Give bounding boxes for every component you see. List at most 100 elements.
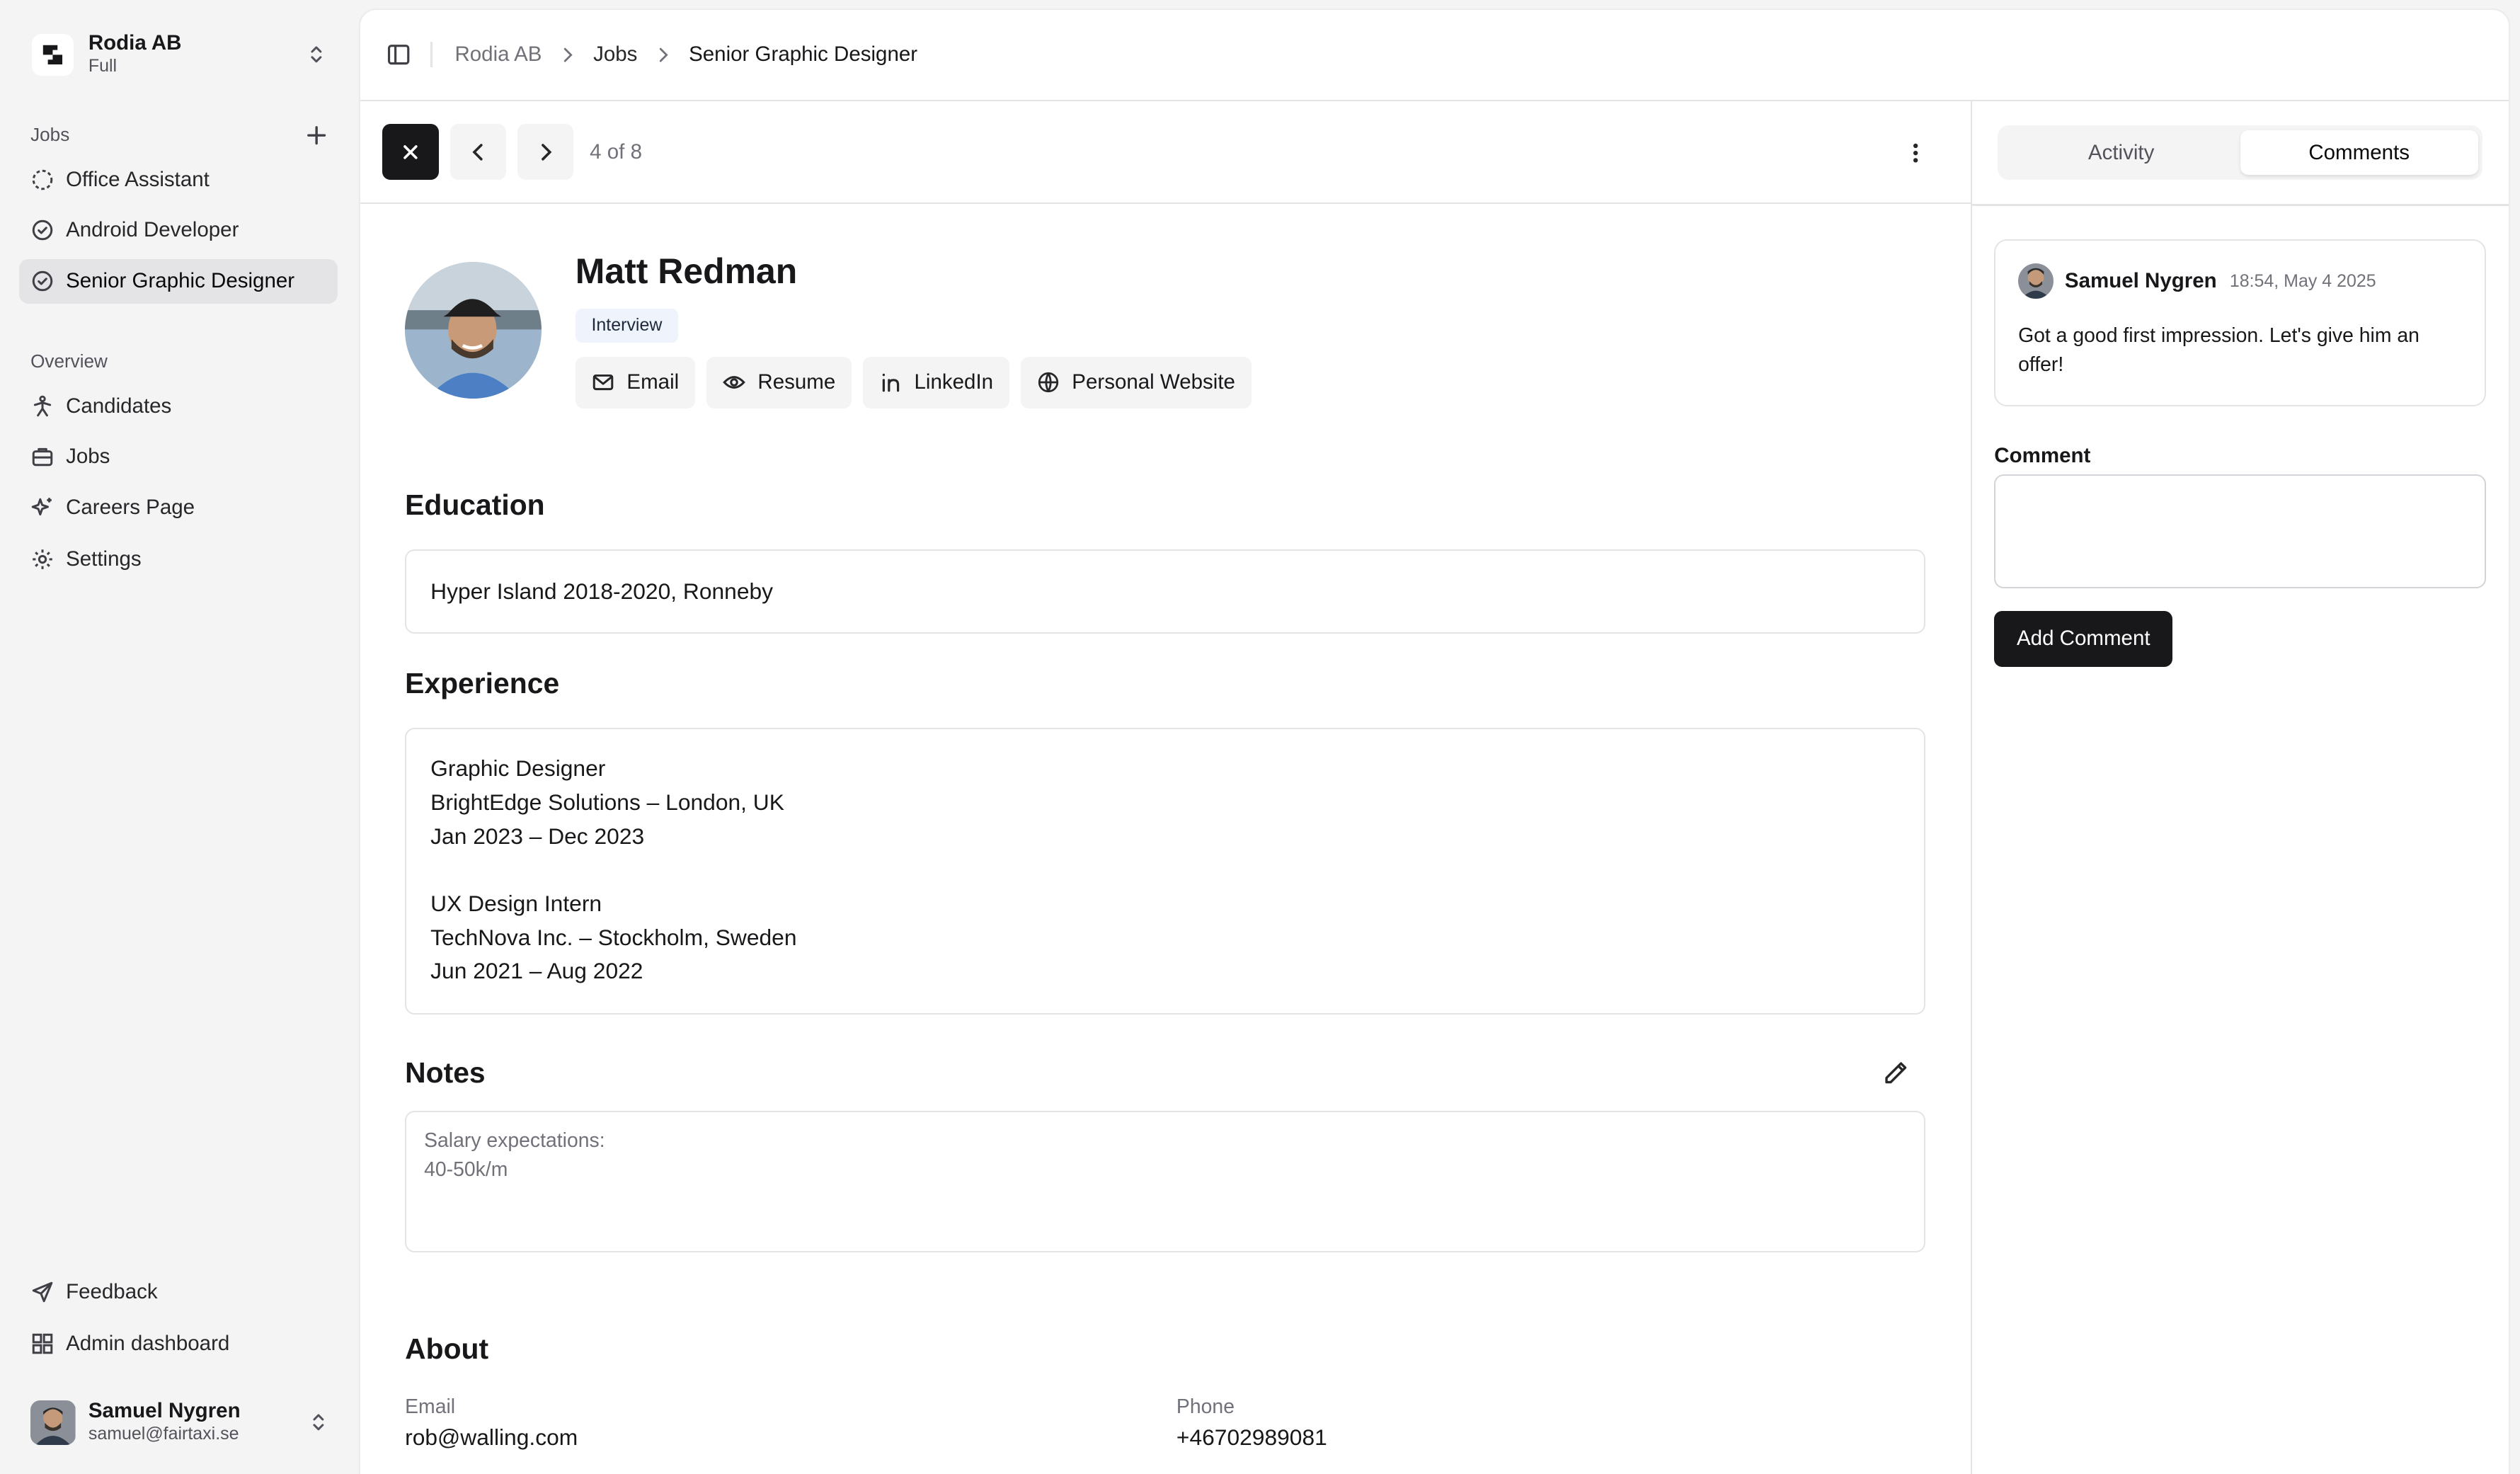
comment-author: Samuel Nygren [2064,269,2217,293]
notes-line: 40-50k/m [424,1158,508,1182]
sidebar-item-label: Feedback [66,1280,158,1304]
person-icon [30,394,55,418]
org-name: Rodia AB [88,31,182,55]
sidebar-item-careers-page[interactable]: Careers Page [19,486,338,531]
user-name: Samuel Nygren [88,1399,241,1423]
about-email-label: Email [405,1395,456,1418]
sidebar-item-label: Office Assistant [66,168,210,192]
circle-check-icon [30,269,55,293]
user-menu[interactable]: Samuel Nygren samuel@fairtaxi.se [19,1392,340,1453]
sidebar-item-label: Candidates [66,394,172,418]
sidebar-item-office-assistant[interactable]: Office Assistant [19,157,338,202]
education-text: Hyper Island 2018-2020, Ronneby [430,578,774,604]
sidebar-item-label: Jobs [66,444,110,468]
breadcrumb-current: Senior Graphic Designer [689,42,918,67]
breadcrumb-jobs[interactable]: Jobs [593,42,637,67]
panel-tabs: Activity Comments [1997,125,2483,181]
main-panel: Rodia AB Jobs Senior Graphic Designer 4 … [360,9,2509,1474]
user-email: samuel@fairtaxi.se [88,1424,239,1444]
linkedin-button[interactable]: LinkedIn [862,357,1009,409]
dashboard-icon [30,1332,55,1356]
about-phone-value: +46702989081 [1176,1424,1327,1450]
gear-icon [30,547,55,571]
chevrons-up-down-icon [305,43,328,66]
about-phone-label: Phone [1176,1395,1235,1418]
notes-textarea[interactable]: Salary expectations: 40-50k/m [405,1110,1925,1252]
pencil-icon[interactable] [1882,1059,1910,1087]
comment-card: Samuel Nygren 18:54, May 4 2025 Got a go… [1994,239,2487,407]
sidebar-item-senior-graphic-designer[interactable]: Senior Graphic Designer [19,258,338,304]
circle-dashed-icon [30,168,55,192]
add-job-icon[interactable] [304,122,329,148]
candidate-name: Matt Redman [575,251,798,292]
avatar [2018,263,2054,299]
org-plan: Full [88,56,118,76]
sidebar: Rodia AB Full Jobs Office Assistant Andr… [0,0,360,1474]
comment-text: Got a good first impression. Let's give … [2018,324,2419,376]
overview-group-label: Overview [30,350,108,372]
email-button[interactable]: Email [575,357,695,409]
sidebar-item-label: Admin dashboard [66,1332,230,1356]
candidate-actions: Email Resume LinkedIn Personal Website [575,357,1263,409]
tab-comments[interactable]: Comments [2240,130,2478,176]
comment-input[interactable] [1994,474,2487,588]
about-email-value: rob@walling.com [405,1424,578,1450]
circle-check-icon [30,218,55,242]
experience-title: Experience [405,667,560,700]
comments-panel: Activity Comments Samuel Nygren 18:54, M… [1970,101,2509,1474]
resume-button[interactable]: Resume [706,357,852,409]
experience-line: TechNova Inc. – Stockholm, Sweden [430,924,797,950]
chevrons-up-down-icon [307,1411,330,1434]
notes-title: Notes [405,1056,486,1089]
sparkle-icon [30,496,55,520]
org-switcher[interactable]: Rodia AB Full [19,19,340,90]
previous-button[interactable] [449,123,507,181]
divider [430,42,433,68]
breadcrumb-org[interactable]: Rodia AB [454,42,542,67]
add-comment-button[interactable]: Add Comment [1994,610,2173,668]
experience-line [430,853,1900,887]
resume-button-label: Resume [757,370,836,394]
chevron-right-icon [558,45,577,64]
sidebar-item-admin-dashboard[interactable]: Admin dashboard [19,1321,338,1366]
chevron-right-icon [653,45,672,64]
personal-website-button[interactable]: Personal Website [1020,357,1252,409]
sidebar-item-label: Android Developer [66,217,239,241]
sidebar-item-settings[interactable]: Settings [19,537,338,582]
email-button-label: Email [626,370,680,394]
close-button[interactable] [382,123,439,181]
notes-line: Salary expectations: [424,1129,605,1153]
sidebar-toggle-icon[interactable] [386,42,411,67]
sidebar-item-jobs[interactable]: Jobs [19,434,338,479]
experience-line: BrightEdge Solutions – London, UK [430,789,784,815]
personal-website-button-label: Personal Website [1072,370,1235,394]
eye-icon [722,370,757,394]
more-vertical-icon[interactable] [1903,140,1928,166]
sidebar-item-feedback[interactable]: Feedback [19,1270,338,1315]
mail-icon [591,370,626,394]
org-logo [32,33,74,76]
close-icon [399,141,422,164]
about-title: About [405,1332,489,1366]
linkedin-icon [879,370,915,394]
linkedin-button-label: LinkedIn [914,370,994,394]
top-bar: Rodia AB Jobs Senior Graphic Designer [360,10,2509,102]
education-box: Hyper Island 2018-2020, Ronneby [405,549,1925,634]
experience-line: Jun 2021 – Aug 2022 [430,958,643,984]
sidebar-item-candidates[interactable]: Candidates [19,384,338,430]
experience-box: Graphic Designer BrightEdge Solutions – … [405,728,1925,1015]
comment-time: 18:54, May 4 2025 [2229,270,2376,291]
stage-badge: Interview [575,308,679,343]
chevron-right-icon [534,141,557,164]
breadcrumb: Rodia AB Jobs Senior Graphic Designer [454,42,917,67]
candidate-avatar [405,262,542,399]
divider [1971,204,2509,206]
experience-line: UX Design Intern [430,890,602,916]
sidebar-item-label: Settings [66,547,142,571]
next-button[interactable] [517,123,574,181]
education-title: Education [405,489,545,522]
sidebar-item-label: Careers Page [66,496,195,520]
tab-activity[interactable]: Activity [2003,130,2240,176]
jobs-group-label: Jobs [30,123,70,145]
sidebar-item-android-developer[interactable]: Android Developer [19,207,338,253]
